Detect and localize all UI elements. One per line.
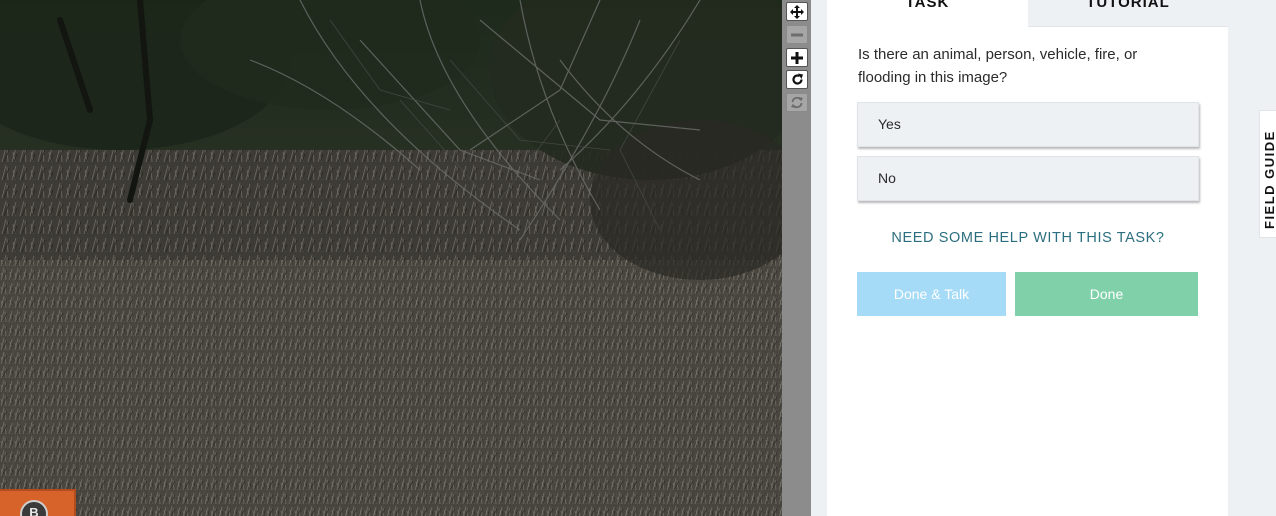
zoom-out-icon <box>791 33 803 36</box>
move-icon <box>790 4 804 19</box>
field-guide-tab[interactable]: FIELD GUIDE <box>1259 110 1276 238</box>
answer-yes-button[interactable]: Yes <box>857 102 1199 147</box>
camera-trap-scene <box>0 0 782 516</box>
zoom-in-button[interactable] <box>786 48 808 67</box>
answer-no-button[interactable]: No <box>857 156 1199 201</box>
task-panel: TASK TUTORIAL Is there an animal, person… <box>827 0 1228 516</box>
tab-tutorial[interactable]: TUTORIAL <box>1028 0 1228 27</box>
done-and-talk-button[interactable]: Done & Talk <box>857 272 1006 316</box>
done-button[interactable]: Done <box>1015 272 1198 316</box>
reset-button[interactable] <box>786 93 808 112</box>
field-guide-label: FIELD GUIDE <box>1262 130 1276 229</box>
task-help-link[interactable]: NEED SOME HELP WITH THIS TASK? <box>857 230 1199 246</box>
rotate-icon <box>791 73 803 85</box>
subject-image[interactable]: B <box>0 0 782 516</box>
tab-task[interactable]: TASK <box>827 0 1028 27</box>
image-toolbar <box>782 0 811 516</box>
camera-brand-badge: B <box>0 489 76 516</box>
rotate-button[interactable] <box>786 70 808 89</box>
task-tabs: TASK TUTORIAL <box>827 0 1228 27</box>
task-question: Is there an animal, person, vehicle, fir… <box>858 46 1138 86</box>
brand-seal-logo: B <box>20 500 48 516</box>
move-button[interactable] <box>786 2 808 21</box>
reset-icon <box>791 96 803 109</box>
zoom-out-button[interactable] <box>786 25 808 44</box>
zoom-in-icon <box>791 51 803 64</box>
